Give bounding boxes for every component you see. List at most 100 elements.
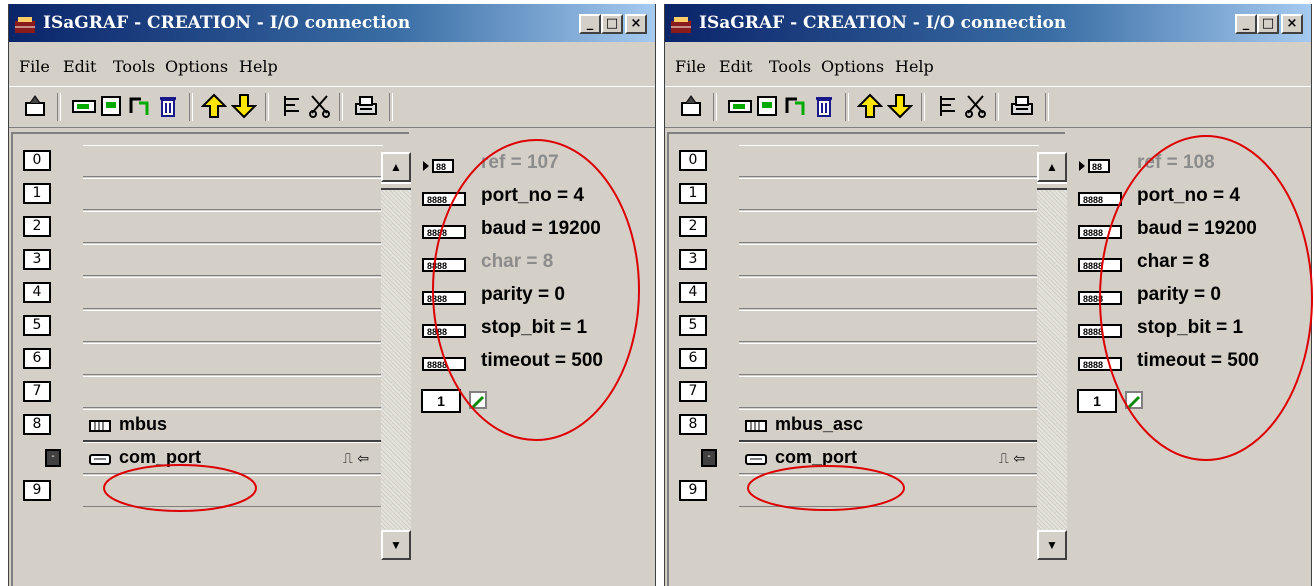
slot-board-field[interactable] <box>739 376 1039 408</box>
close-button[interactable]: × <box>1281 14 1303 34</box>
title-bar[interactable]: ISaGRAF - CREATION - I/O connection _ □ × <box>665 4 1311 42</box>
board-params-button[interactable] <box>755 93 781 119</box>
slot-board-field[interactable] <box>83 475 383 507</box>
integer-param-icon-graphic: 8888 <box>422 357 466 371</box>
arrow-up-button[interactable] <box>200 93 228 119</box>
slot-board-field[interactable] <box>739 211 1039 243</box>
slot-number-button[interactable]: 2 <box>23 216 51 237</box>
arrow-up-button[interactable] <box>856 93 884 119</box>
board-connect-button[interactable] <box>727 93 753 119</box>
scissors-button[interactable] <box>963 93 989 119</box>
slot-board-field[interactable] <box>739 277 1039 309</box>
slot-board-field[interactable] <box>83 178 383 210</box>
scroll-down-button[interactable]: ▼ <box>381 530 411 560</box>
slot-number-button[interactable]: 2 <box>679 216 707 237</box>
slot-number-button[interactable]: 3 <box>23 249 51 270</box>
menu-options[interactable]: Options <box>821 57 884 76</box>
slot-number-button[interactable]: 1 <box>23 183 51 204</box>
slot-board-field[interactable] <box>739 145 1039 177</box>
slot-board-field[interactable] <box>83 145 383 177</box>
board-swap-button[interactable] <box>783 93 809 119</box>
maximize-button[interactable]: □ <box>1257 14 1279 34</box>
printer-button[interactable] <box>1009 93 1035 119</box>
arrow-down-button[interactable] <box>886 93 914 119</box>
trash-button[interactable] <box>811 93 837 119</box>
menu-help[interactable]: Help <box>895 57 934 76</box>
slot-board-field[interactable] <box>83 343 383 375</box>
collapse-button[interactable]: - <box>701 449 717 467</box>
slot-number-button[interactable]: 0 <box>23 150 51 171</box>
board-connect-button[interactable] <box>71 93 97 119</box>
slot-number-button[interactable]: 4 <box>679 282 707 303</box>
slot-number-button[interactable]: 5 <box>679 315 707 336</box>
channel-count-button[interactable]: 1 <box>1077 389 1117 413</box>
list-button[interactable] <box>935 93 961 119</box>
menu-file[interactable]: File <box>19 57 50 76</box>
scroll-up-button[interactable]: ▲ <box>1037 152 1067 182</box>
slot-number-button[interactable]: 8 <box>23 414 51 435</box>
slot-board-field[interactable]: mbus_asc <box>739 409 1039 442</box>
slot-number-button[interactable]: 6 <box>23 348 51 369</box>
slot-board-field[interactable]: mbus <box>83 409 383 442</box>
board-params-button[interactable] <box>99 93 125 119</box>
slot-board-field[interactable] <box>83 376 383 408</box>
menu-file[interactable]: File <box>675 57 706 76</box>
list-button[interactable] <box>279 93 305 119</box>
slot-number-button[interactable]: 7 <box>679 381 707 402</box>
scroll-down-button[interactable]: ▼ <box>1037 530 1067 560</box>
slot-row: 2 <box>13 210 383 243</box>
slot-number-button[interactable]: 5 <box>23 315 51 336</box>
minimize-button[interactable]: _ <box>1235 14 1257 34</box>
channel-check-icon[interactable] <box>469 391 487 409</box>
svg-text:8888: 8888 <box>1083 261 1103 271</box>
minimize-button[interactable]: _ <box>579 14 601 34</box>
slot-number-button[interactable]: 8 <box>679 414 707 435</box>
board-swap-button[interactable] <box>127 93 153 119</box>
menu-edit[interactable]: Edit <box>719 57 752 76</box>
slot-board-field[interactable] <box>83 310 383 342</box>
slot-board-field[interactable] <box>739 178 1039 210</box>
arrow-down-button[interactable] <box>230 93 258 119</box>
slot-number-button[interactable]: 1 <box>679 183 707 204</box>
channel-check-icon[interactable] <box>1125 391 1143 409</box>
scroll-thumb[interactable] <box>381 182 411 190</box>
slot-board-field[interactable] <box>739 475 1039 507</box>
scroll-thumb[interactable] <box>1037 182 1067 190</box>
sub-board-field[interactable]: com_port ⎍ ⇦ <box>83 442 383 474</box>
close-button[interactable]: × <box>625 14 647 34</box>
vertical-scrollbar[interactable]: ▲ ▼ <box>381 152 411 560</box>
slot-board-field[interactable] <box>83 244 383 276</box>
slot-board-field[interactable] <box>739 343 1039 375</box>
slot-number-button[interactable]: 6 <box>679 348 707 369</box>
vertical-scrollbar[interactable]: ▲ ▼ <box>1037 152 1067 560</box>
printer-button[interactable] <box>353 93 379 119</box>
slot-number-button[interactable]: 0 <box>679 150 707 171</box>
menu-help[interactable]: Help <box>239 57 278 76</box>
menu-edit[interactable]: Edit <box>63 57 96 76</box>
channel-count-button[interactable]: 1 <box>421 389 461 413</box>
scissors-button[interactable] <box>307 93 333 119</box>
slot-board-field[interactable] <box>83 277 383 309</box>
title-bar[interactable]: ISaGRAF - CREATION - I/O connection _ □ × <box>9 4 655 42</box>
sub-board-field[interactable]: com_port ⎍ ⇦ <box>739 442 1039 474</box>
slot-number-button[interactable]: 9 <box>679 480 707 501</box>
menu-options[interactable]: Options <box>165 57 228 76</box>
integer-param-icon-graphic: 8888 <box>1078 192 1122 206</box>
svg-text:8888: 8888 <box>427 228 447 238</box>
slot-number-button[interactable]: 9 <box>23 480 51 501</box>
slot-board-field[interactable] <box>739 244 1039 276</box>
trash-button[interactable] <box>155 93 181 119</box>
slot-board-field[interactable] <box>739 310 1039 342</box>
menu-tools[interactable]: Tools <box>769 57 811 76</box>
menu-tools[interactable]: Tools <box>113 57 155 76</box>
slot-number-button[interactable]: 3 <box>679 249 707 270</box>
app-icon <box>671 15 691 33</box>
slot-board-field[interactable] <box>83 211 383 243</box>
scroll-up-button[interactable]: ▲ <box>381 152 411 182</box>
slot-number-button[interactable]: 7 <box>23 381 51 402</box>
collapse-button[interactable]: - <box>45 449 61 467</box>
open-button[interactable] <box>23 93 49 119</box>
open-button[interactable] <box>679 93 705 119</box>
slot-number-button[interactable]: 4 <box>23 282 51 303</box>
maximize-button[interactable]: □ <box>601 14 623 34</box>
